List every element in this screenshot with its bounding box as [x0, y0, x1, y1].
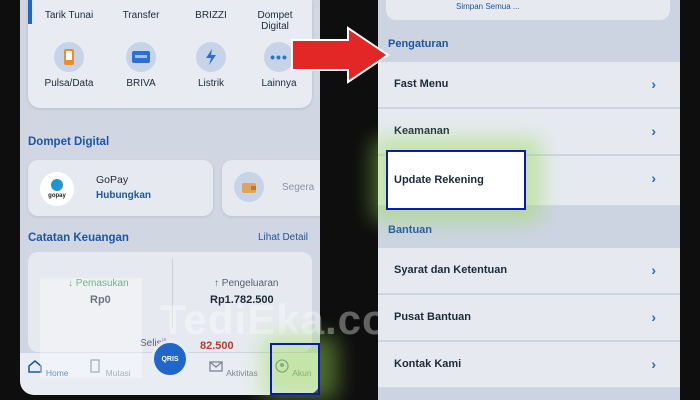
- update-rekening-highlight-box: [386, 150, 526, 210]
- screenshot-frame: Tarik Tunai Transfer BRIZZI Dompet Digit…: [0, 0, 700, 400]
- lihat-detail-link[interactable]: Lihat Detail: [258, 232, 308, 243]
- service-label: Listrik: [197, 78, 225, 89]
- menu-kontak-kami[interactable]: Kontak Kami ›: [378, 342, 680, 388]
- menu-syarat-ketentuan[interactable]: Syarat dan Ketentuan ›: [378, 248, 680, 294]
- qris-button[interactable]: QRIS: [151, 340, 189, 378]
- pengeluaran-label: ↑ Pengeluaran: [214, 278, 279, 289]
- bantuan-title: Bantuan: [388, 224, 432, 236]
- service-briva[interactable]: BRIVA: [106, 42, 176, 89]
- akun-highlight-box: [270, 343, 320, 395]
- menu-label: Syarat dan Ketentuan: [394, 264, 508, 276]
- gopay-logo: gopay: [40, 172, 74, 206]
- menu-label: Fast Menu: [394, 78, 449, 90]
- menu-label: Pusat Bantuan: [394, 311, 472, 323]
- watermark-logo: [40, 278, 142, 378]
- chevron-right-icon: ›: [651, 262, 656, 278]
- menu-label: Keamanan: [394, 125, 450, 137]
- lightning-icon: [196, 42, 226, 72]
- red-arrow-icon: [291, 26, 390, 84]
- service-listrik[interactable]: Listrik: [176, 42, 246, 89]
- menu-label: Kontak Kami: [394, 358, 462, 370]
- card-icon: [126, 42, 156, 72]
- chevron-right-icon: ›: [651, 123, 656, 139]
- catatan-keuangan-title: Catatan Keuangan: [28, 232, 129, 244]
- service-label: BRIVA: [126, 78, 156, 89]
- gopay-connect-link[interactable]: Hubungkan: [96, 190, 151, 201]
- menu-pusat-bantuan[interactable]: Pusat Bantuan ›: [378, 295, 680, 341]
- card-edge: [28, 0, 32, 24]
- mail-icon: [209, 361, 223, 372]
- segera-label: Segera: [282, 182, 315, 193]
- gopay-name: GoPay: [96, 174, 129, 186]
- profile-hint: Simpan Semua ...: [456, 2, 520, 11]
- chevron-right-icon: ›: [651, 170, 656, 186]
- chevron-right-icon: ›: [651, 356, 656, 372]
- shortcut-tarik-tunai[interactable]: Tarik Tunai: [34, 10, 104, 21]
- shortcut-card: Tarik Tunai Transfer BRIZZI Dompet Digit…: [28, 0, 312, 108]
- profile-card: Simpan Semua ...: [386, 0, 670, 20]
- dompet-digital-title: Dompet Digital: [28, 136, 110, 148]
- pengaturan-title: Pengaturan: [388, 38, 449, 50]
- service-pulsa-data[interactable]: Pulsa/Data: [34, 42, 104, 89]
- nav-aktivitas[interactable]: Aktivitas: [208, 359, 258, 378]
- menu-fast-menu[interactable]: Fast Menu ›: [378, 62, 680, 108]
- chevron-right-icon: ›: [651, 309, 656, 325]
- phone-icon: [54, 42, 84, 72]
- service-label: Pulsa/Data: [44, 78, 94, 89]
- wallet-icon: [234, 172, 264, 202]
- gopay-card[interactable]: gopay GoPay Hubungkan: [28, 160, 213, 216]
- shortcut-brizzi[interactable]: BRIZZI: [176, 10, 246, 21]
- chevron-right-icon: ›: [651, 76, 656, 92]
- segera-card: Segera: [222, 160, 320, 216]
- shortcut-transfer[interactable]: Transfer: [106, 10, 176, 21]
